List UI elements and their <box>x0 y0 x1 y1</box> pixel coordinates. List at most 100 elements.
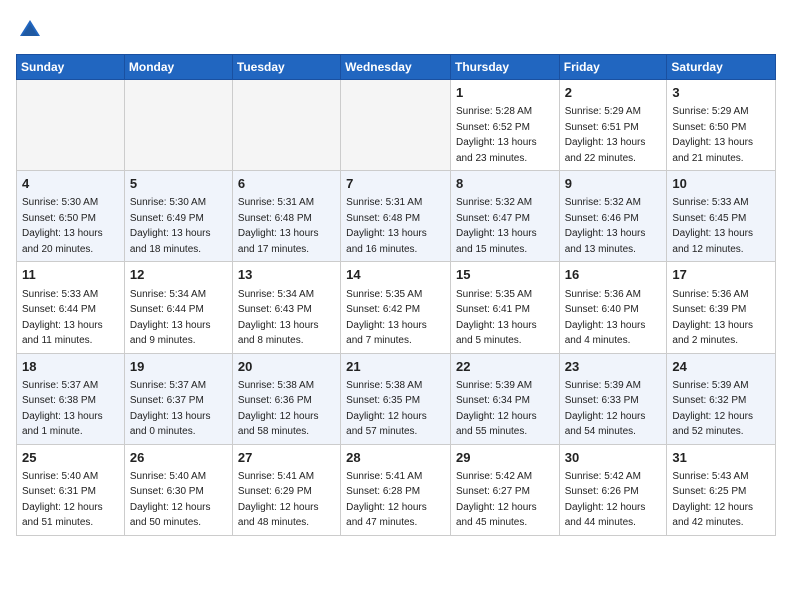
day-number: 15 <box>456 266 554 284</box>
day-info: Sunrise: 5:36 AM Sunset: 6:40 PM Dayligh… <box>565 289 646 347</box>
calendar-cell: 30Sunrise: 5:42 AM Sunset: 6:26 PM Dayli… <box>559 444 667 535</box>
calendar-cell: 15 Sunrise: 5:35 AM Sunset: 6:41 PM Dayli… <box>450 262 559 353</box>
calendar-cell: 23 Sunrise: 5:39 AM Sunset: 6:33 PM Dayli… <box>559 353 667 444</box>
day-number: 24 <box>672 358 770 376</box>
calendar-cell <box>17 80 125 171</box>
day-number: 17 <box>672 266 770 284</box>
calendar-week-row: 11 Sunrise: 5:33 AM Sunset: 6:44 PM Dayli… <box>17 262 776 353</box>
day-number: 5 <box>130 175 227 193</box>
calendar-cell: 7Sunrise: 5:31 AM Sunset: 6:48 PM Daylig… <box>341 171 451 262</box>
calendar-week-row: 25 Sunrise: 5:40 AM Sunset: 6:31 PM Dayli… <box>17 444 776 535</box>
day-number: 26 <box>130 449 227 467</box>
day-info: Sunrise: 5:29 AM Sunset: 6:50 PM Dayligh… <box>672 106 753 164</box>
day-number: 31 <box>672 449 770 467</box>
day-info: Sunrise: 5:40 AM Sunset: 6:31 PM Dayligh… <box>22 471 103 529</box>
day-header-tuesday: Tuesday <box>232 55 340 80</box>
day-number: 3 <box>672 84 770 102</box>
calendar-cell: 9 Sunrise: 5:32 AM Sunset: 6:46 PM Daylig… <box>559 171 667 262</box>
day-header-thursday: Thursday <box>450 55 559 80</box>
logo-icon <box>16 16 44 44</box>
day-number: 20 <box>238 358 335 376</box>
calendar-cell: 24 Sunrise: 5:39 AM Sunset: 6:32 PM Dayli… <box>667 353 776 444</box>
day-info: Sunrise: 5:43 AM Sunset: 6:25 PM Dayligh… <box>672 471 753 529</box>
day-header-monday: Monday <box>124 55 232 80</box>
day-number: 21 <box>346 358 445 376</box>
day-info: Sunrise: 5:33 AM Sunset: 6:45 PM Dayligh… <box>672 197 753 255</box>
day-info: Sunrise: 5:40 AM Sunset: 6:30 PM Dayligh… <box>130 471 211 529</box>
day-header-sunday: Sunday <box>17 55 125 80</box>
day-info: Sunrise: 5:32 AM Sunset: 6:47 PM Dayligh… <box>456 197 537 255</box>
day-info: Sunrise: 5:37 AM Sunset: 6:38 PM Dayligh… <box>22 380 103 438</box>
calendar-cell: 17 Sunrise: 5:36 AM Sunset: 6:39 PM Dayli… <box>667 262 776 353</box>
day-number: 19 <box>130 358 227 376</box>
day-info: Sunrise: 5:35 AM Sunset: 6:41 PM Dayligh… <box>456 289 537 347</box>
calendar-cell: 27 Sunrise: 5:41 AM Sunset: 6:29 PM Dayli… <box>232 444 340 535</box>
day-number: 23 <box>565 358 662 376</box>
calendar-week-row: 18 Sunrise: 5:37 AM Sunset: 6:38 PM Dayli… <box>17 353 776 444</box>
day-info: Sunrise: 5:30 AM Sunset: 6:50 PM Dayligh… <box>22 197 103 255</box>
day-info: Sunrise: 5:32 AM Sunset: 6:46 PM Dayligh… <box>565 197 646 255</box>
calendar-cell <box>232 80 340 171</box>
day-number: 8 <box>456 175 554 193</box>
day-number: 13 <box>238 266 335 284</box>
calendar-cell: 10Sunrise: 5:33 AM Sunset: 6:45 PM Dayli… <box>667 171 776 262</box>
day-number: 12 <box>130 266 227 284</box>
day-info: Sunrise: 5:33 AM Sunset: 6:44 PM Dayligh… <box>22 289 103 347</box>
day-header-friday: Friday <box>559 55 667 80</box>
day-info: Sunrise: 5:37 AM Sunset: 6:37 PM Dayligh… <box>130 380 211 438</box>
day-number: 28 <box>346 449 445 467</box>
calendar-cell: 21 Sunrise: 5:38 AM Sunset: 6:35 PM Dayli… <box>341 353 451 444</box>
day-info: Sunrise: 5:38 AM Sunset: 6:35 PM Dayligh… <box>346 380 427 438</box>
calendar-cell: 16Sunrise: 5:36 AM Sunset: 6:40 PM Dayli… <box>559 262 667 353</box>
calendar-cell: 1Sunrise: 5:28 AM Sunset: 6:52 PM Daylig… <box>450 80 559 171</box>
day-info: Sunrise: 5:34 AM Sunset: 6:44 PM Dayligh… <box>130 289 211 347</box>
day-info: Sunrise: 5:39 AM Sunset: 6:33 PM Dayligh… <box>565 380 646 438</box>
day-info: Sunrise: 5:39 AM Sunset: 6:34 PM Dayligh… <box>456 380 537 438</box>
day-info: Sunrise: 5:39 AM Sunset: 6:32 PM Dayligh… <box>672 380 753 438</box>
day-number: 14 <box>346 266 445 284</box>
day-info: Sunrise: 5:41 AM Sunset: 6:28 PM Dayligh… <box>346 471 427 529</box>
day-info: Sunrise: 5:29 AM Sunset: 6:51 PM Dayligh… <box>565 106 646 164</box>
day-info: Sunrise: 5:31 AM Sunset: 6:48 PM Dayligh… <box>238 197 319 255</box>
day-number: 25 <box>22 449 119 467</box>
calendar-cell: 13 Sunrise: 5:34 AM Sunset: 6:43 PM Dayli… <box>232 262 340 353</box>
day-number: 27 <box>238 449 335 467</box>
calendar-cell: 28 Sunrise: 5:41 AM Sunset: 6:28 PM Dayli… <box>341 444 451 535</box>
day-number: 9 <box>565 175 662 193</box>
calendar-week-row: 1Sunrise: 5:28 AM Sunset: 6:52 PM Daylig… <box>17 80 776 171</box>
calendar-cell: 14 Sunrise: 5:35 AM Sunset: 6:42 PM Dayli… <box>341 262 451 353</box>
calendar-cell: 22 Sunrise: 5:39 AM Sunset: 6:34 PM Dayli… <box>450 353 559 444</box>
calendar-cell: 26 Sunrise: 5:40 AM Sunset: 6:30 PM Dayli… <box>124 444 232 535</box>
day-info: Sunrise: 5:38 AM Sunset: 6:36 PM Dayligh… <box>238 380 319 438</box>
calendar-cell <box>124 80 232 171</box>
calendar-cell: 12 Sunrise: 5:34 AM Sunset: 6:44 PM Dayli… <box>124 262 232 353</box>
day-info: Sunrise: 5:41 AM Sunset: 6:29 PM Dayligh… <box>238 471 319 529</box>
day-info: Sunrise: 5:34 AM Sunset: 6:43 PM Dayligh… <box>238 289 319 347</box>
calendar-week-row: 4 Sunrise: 5:30 AM Sunset: 6:50 PM Daylig… <box>17 171 776 262</box>
day-number: 22 <box>456 358 554 376</box>
day-info: Sunrise: 5:28 AM Sunset: 6:52 PM Dayligh… <box>456 106 537 164</box>
day-number: 30 <box>565 449 662 467</box>
calendar-cell: 5 Sunrise: 5:30 AM Sunset: 6:49 PM Daylig… <box>124 171 232 262</box>
day-info: Sunrise: 5:30 AM Sunset: 6:49 PM Dayligh… <box>130 197 211 255</box>
calendar-cell: 20 Sunrise: 5:38 AM Sunset: 6:36 PM Dayli… <box>232 353 340 444</box>
calendar-cell: 6Sunrise: 5:31 AM Sunset: 6:48 PM Daylig… <box>232 171 340 262</box>
day-header-wednesday: Wednesday <box>341 55 451 80</box>
day-number: 4 <box>22 175 119 193</box>
calendar-header-row: SundayMondayTuesdayWednesdayThursdayFrid… <box>17 55 776 80</box>
day-number: 18 <box>22 358 119 376</box>
calendar-cell: 18 Sunrise: 5:37 AM Sunset: 6:38 PM Dayli… <box>17 353 125 444</box>
calendar-cell: 11 Sunrise: 5:33 AM Sunset: 6:44 PM Dayli… <box>17 262 125 353</box>
day-info: Sunrise: 5:31 AM Sunset: 6:48 PM Dayligh… <box>346 197 427 255</box>
calendar-cell: 31 Sunrise: 5:43 AM Sunset: 6:25 PM Dayli… <box>667 444 776 535</box>
calendar-cell: 19 Sunrise: 5:37 AM Sunset: 6:37 PM Dayli… <box>124 353 232 444</box>
calendar-cell <box>341 80 451 171</box>
day-info: Sunrise: 5:36 AM Sunset: 6:39 PM Dayligh… <box>672 289 753 347</box>
calendar-cell: 2Sunrise: 5:29 AM Sunset: 6:51 PM Daylig… <box>559 80 667 171</box>
calendar-cell: 3 Sunrise: 5:29 AM Sunset: 6:50 PM Daylig… <box>667 80 776 171</box>
day-number: 11 <box>22 266 119 284</box>
calendar-cell: 25 Sunrise: 5:40 AM Sunset: 6:31 PM Dayli… <box>17 444 125 535</box>
day-info: Sunrise: 5:35 AM Sunset: 6:42 PM Dayligh… <box>346 289 427 347</box>
calendar-cell: 4 Sunrise: 5:30 AM Sunset: 6:50 PM Daylig… <box>17 171 125 262</box>
calendar-cell: 8 Sunrise: 5:32 AM Sunset: 6:47 PM Daylig… <box>450 171 559 262</box>
